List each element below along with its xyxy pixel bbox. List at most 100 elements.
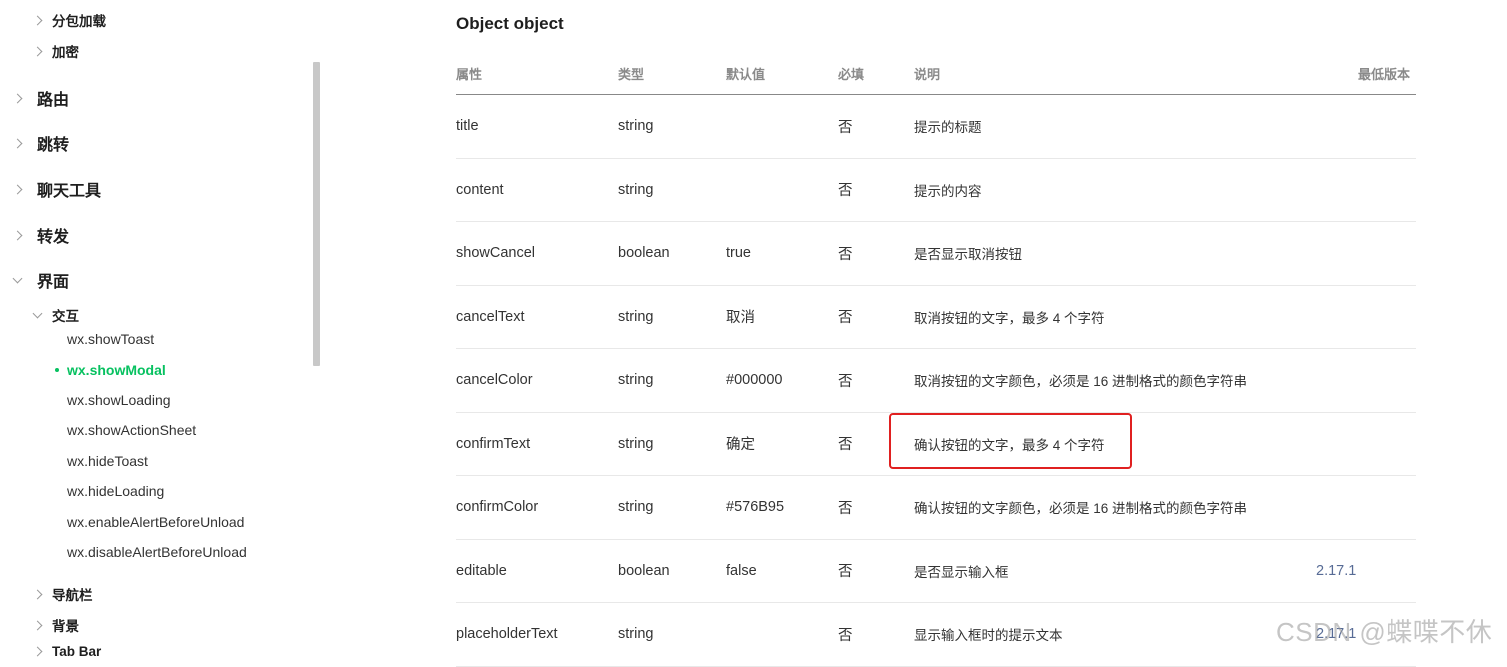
param-type: string [618,412,726,476]
sidebar-leaf-label: wx.showToast [67,331,155,347]
param-default: 取消 [726,285,838,349]
param-required: 否 [838,158,914,222]
column-header: 说明 [914,52,1316,95]
table-body: title string 否提示的标题 content string 否提示的内容 show… [456,94,1416,667]
sidebar-leaf-enable-alert[interactable]: wx.enableAlertBeforeUnload [67,514,244,530]
param-required: 否 [838,285,914,349]
sidebar-leaf-show-modal[interactable]: wx.showModal [67,362,166,378]
param-default [726,602,838,667]
param-min-version [1316,348,1416,413]
table-row: content string 否提示的内容 [456,158,1416,222]
highlight-box [889,413,1132,469]
sidebar-leaf-disable-alert[interactable]: wx.disableAlertBeforeUnload [67,544,247,560]
sidebar-leaf-label: wx.hideToast [67,453,148,469]
param-type: string [618,475,726,540]
sidebar-item-label: 跳转 [37,137,70,154]
sidebar-leaf-show-toast[interactable]: wx.showToast [67,331,154,347]
param-min-version [1316,412,1416,476]
param-default: #000000 [726,348,838,413]
param-description: 取消按钮的文字，最多 4 个字符 [914,285,1316,349]
param-name: content [456,158,618,222]
param-default: false [726,539,838,603]
chevron-right-icon [12,93,23,103]
table-row: title string 否提示的标题 [456,94,1416,159]
param-description: 取消按钮的文字颜色，必须是 16 进制格式的颜色字符串 [914,348,1316,413]
sidebar-leaf-label: wx.enableAlertBeforeUnload [67,514,245,530]
sidebar-scrollbar[interactable] [313,62,320,366]
sidebar-item-interface[interactable]: 界面 [12,268,70,292]
chevron-right-icon [12,230,23,240]
param-type: string [618,285,726,349]
sidebar-item-navigation-bar[interactable]: 导航栏 [32,584,93,604]
param-name: cancelColor [456,348,618,413]
param-required: 否 [838,221,914,286]
chevron-right-icon [32,589,43,599]
param-min-version [1316,221,1416,286]
param-type: string [618,348,726,413]
column-header: 默认值 [726,52,838,95]
param-description: 是否显示输入框 [914,539,1316,603]
sidebar-leaf-show-action-sheet[interactable]: wx.showActionSheet [67,422,196,438]
column-header: 属性 [456,52,618,95]
sidebar-item-subpackage-loading[interactable]: 分包加载 [32,10,106,30]
column-header: 最低版本 [1316,52,1416,95]
sidebar-item-label: 导航栏 [52,588,93,603]
sidebar-leaf-hide-toast[interactable]: wx.hideToast [67,453,148,469]
param-type: string [618,94,726,159]
sidebar-item-interaction[interactable]: 交互 [32,305,79,325]
param-required: 否 [838,602,914,667]
sidebar: 分包加载 加密 路由 跳转 聊天工具 转发 界面 交互 wx.showToast… [0,0,320,659]
param-type: string [618,158,726,222]
sidebar-item-label: 路由 [37,92,70,109]
param-min-version [1316,94,1416,159]
column-header: 类型 [618,52,726,95]
param-default [726,158,838,222]
sidebar-item-chat-tools[interactable]: 聊天工具 [12,177,101,201]
param-name: title [456,94,618,159]
param-name: confirmColor [456,475,618,540]
chevron-right-icon [32,620,43,630]
section-title: Object object [456,14,564,33]
param-name: showCancel [456,221,618,286]
param-description: 提示的内容 [914,158,1316,222]
param-min-version[interactable]: 2.17.1 [1316,539,1416,603]
sidebar-item-label: 交互 [52,309,79,324]
sidebar-leaf-label: wx.disableAlertBeforeUnload [67,544,247,560]
param-type: boolean [618,539,726,603]
watermark: CSDN @蝶喋不休 [1276,617,1493,647]
param-min-version [1316,475,1416,540]
param-description: 确认按钮的文字颜色，必须是 16 进制格式的颜色字符串 [914,475,1316,540]
active-dot-icon [55,368,59,372]
sidebar-item-encryption[interactable]: 加密 [32,41,79,61]
chevron-down-icon [32,308,43,318]
param-default: #576B95 [726,475,838,540]
sidebar-leaf-show-loading[interactable]: wx.showLoading [67,392,171,408]
chevron-right-icon [12,184,23,194]
sidebar-leaf-hide-loading[interactable]: wx.hideLoading [67,483,164,499]
sidebar-item-label: 加密 [52,45,79,60]
table-row: cancelColor string #000000 否取消按钮的文字颜色，必须是 1… [456,348,1416,413]
table-row: confirmColor string #576B95 否确认按钮的文字颜色，必须是 … [456,475,1416,540]
sidebar-leaf-label: wx.showActionSheet [67,422,197,438]
param-name: cancelText [456,285,618,349]
sidebar-leaf-label: wx.hideLoading [67,483,165,499]
table-row: placeholderText string 否显示输入框时的提示文本 2.17.1 [456,602,1416,667]
column-header: 必填 [838,52,914,95]
param-default [726,94,838,159]
sidebar-item-label: 转发 [37,229,70,246]
sidebar-item-label: 分包加载 [52,14,106,29]
sidebar-item-share[interactable]: 转发 [12,223,70,247]
table-row: editable boolean false 否是否显示输入框 2.17.1 [456,539,1416,603]
sidebar-item-label: 界面 [37,274,70,291]
chevron-down-icon [12,273,23,283]
sidebar-item-routing[interactable]: 路由 [12,86,70,110]
chevron-right-icon [32,15,43,25]
table-row: cancelText string 取消否取消按钮的文字，最多 4 个字符 [456,285,1416,349]
param-required: 否 [838,94,914,159]
table-row: showCancel boolean true 否是否显示取消按钮 [456,221,1416,286]
param-default: 确定 [726,412,838,476]
sidebar-leaf-label: wx.showModal [67,362,166,378]
sidebar-item-background[interactable]: 背景 [32,615,79,635]
param-name: editable [456,539,618,603]
sidebar-item-navigate[interactable]: 跳转 [12,131,70,155]
